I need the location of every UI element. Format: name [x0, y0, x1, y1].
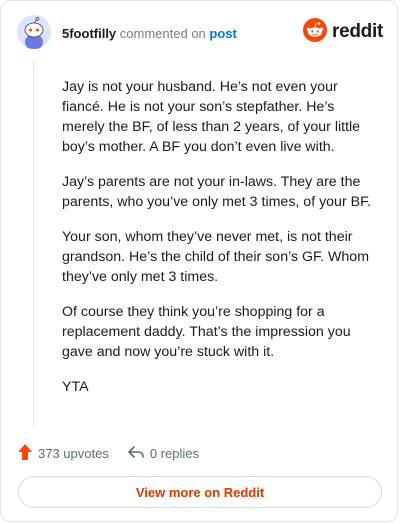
snoo-avatar-icon[interactable] [17, 15, 51, 49]
reply-count: 0 replies [149, 445, 199, 461]
embedded-comment-card: 5footfilly commented on post reddit Jay … [0, 0, 398, 522]
comment-paragraph: Jay’s parents are not your in-laws. They… [62, 174, 372, 210]
meta-verb: commented on [119, 26, 206, 41]
reddit-logo[interactable]: reddit [303, 17, 383, 47]
thread-line [33, 61, 34, 426]
comment-paragraph: Jay is not your husband. He’s not even y… [62, 79, 361, 155]
comment-body: Jay is not your husband. He’s not even y… [62, 77, 378, 412]
comment-paragraph: Your son, whom they’ve never met, is not… [62, 229, 370, 285]
comment-paragraph: Of course they think you’re shopping for… [62, 304, 351, 360]
reply-arrow-icon [127, 444, 145, 463]
post-link[interactable]: post [209, 26, 236, 41]
upvote-button[interactable]: 373 upvotes [17, 443, 109, 464]
view-more-button[interactable]: View more on Reddit [18, 476, 382, 508]
reply-button[interactable]: 0 replies [127, 444, 199, 463]
upvote-arrow-icon [17, 443, 33, 464]
comment-paragraph: YTA [62, 379, 89, 395]
comment-header: 5footfilly commented on post reddit [17, 15, 383, 51]
comment-actions: 373 upvotes 0 replies [17, 443, 199, 463]
reddit-wordmark: reddit [332, 21, 383, 42]
upvote-count: 373 upvotes [38, 445, 109, 461]
comment-meta: 5footfilly commented on post [62, 26, 237, 42]
username-link[interactable]: 5footfilly [62, 26, 116, 41]
reddit-logo-icon [303, 17, 328, 47]
